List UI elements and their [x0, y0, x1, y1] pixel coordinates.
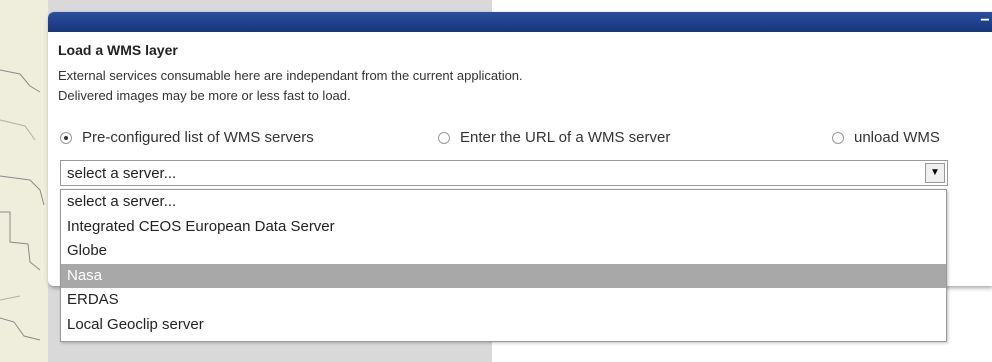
- radio-label: Pre-configured list of WMS servers: [82, 129, 314, 146]
- dropdown-option[interactable]: select a server...: [61, 190, 946, 215]
- server-select[interactable]: select a server... ▼: [60, 160, 948, 186]
- description-line-2: Delivered images may be more or less fas…: [58, 88, 351, 103]
- minimize-icon[interactable]: −: [978, 13, 992, 29]
- radio-unload-wms[interactable]: unload WMS: [832, 129, 940, 146]
- dropdown-option[interactable]: ERDAS: [61, 288, 946, 313]
- panel-titlebar: −: [48, 12, 992, 32]
- description-line-1: External services consumable here are in…: [58, 68, 523, 83]
- radio-preconfigured[interactable]: Pre-configured list of WMS servers: [60, 129, 314, 146]
- server-dropdown-list[interactable]: select a server... Integrated CEOS Europ…: [60, 189, 947, 342]
- panel-title: Load a WMS layer: [58, 42, 178, 58]
- chevron-down-icon[interactable]: ▼: [925, 163, 945, 183]
- dropdown-option[interactable]: Globe: [61, 239, 946, 264]
- radio-enter-url[interactable]: Enter the URL of a WMS server: [438, 129, 670, 146]
- dropdown-option[interactable]: Local Geoclip server: [61, 313, 946, 338]
- server-select-value: select a server...: [67, 165, 177, 182]
- radio-button-icon[interactable]: [438, 131, 450, 144]
- dropdown-option[interactable]: Integrated CEOS European Data Server: [61, 215, 946, 240]
- radio-button-icon[interactable]: [832, 131, 844, 144]
- radio-label: unload WMS: [854, 129, 940, 146]
- radio-button-icon[interactable]: [60, 131, 72, 144]
- radio-label: Enter the URL of a WMS server: [460, 129, 671, 146]
- dropdown-option-highlighted[interactable]: Nasa: [61, 263, 946, 288]
